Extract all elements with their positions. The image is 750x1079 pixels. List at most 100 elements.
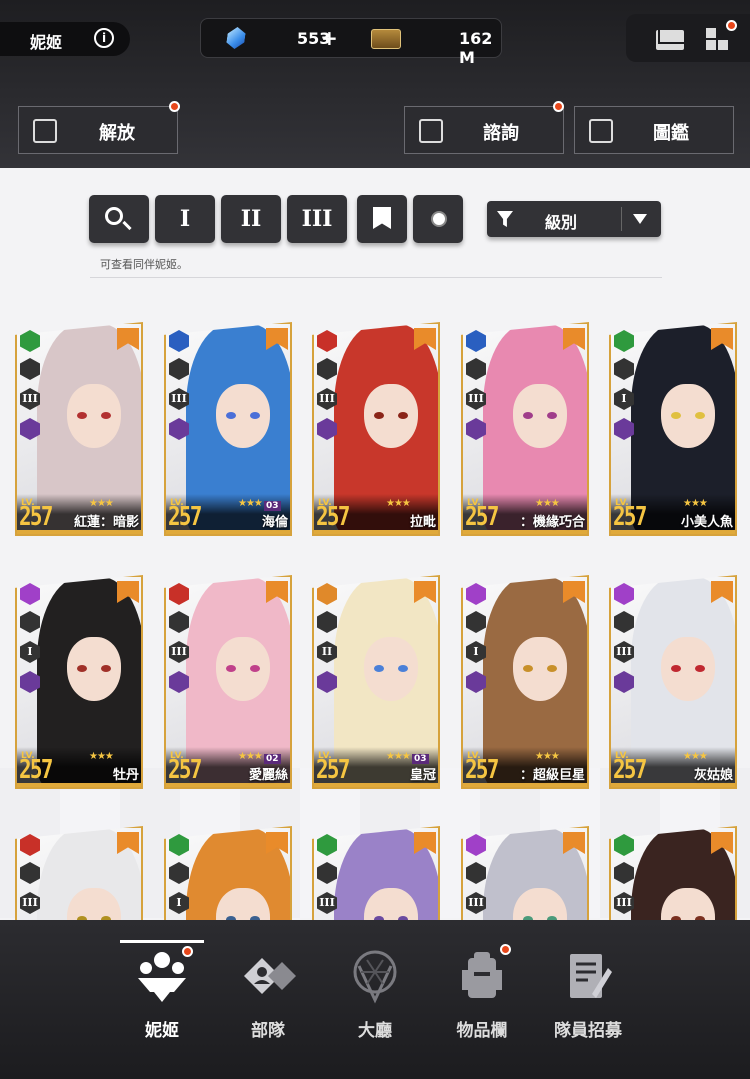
recruit-icon xyxy=(570,954,612,998)
nikke-card[interactable]: III xyxy=(461,826,589,920)
level-number: 257 xyxy=(465,755,499,785)
burst-3-filter[interactable]: III xyxy=(287,195,347,243)
star-rating: ★★★ xyxy=(535,498,560,509)
nikke-card[interactable]: III xyxy=(312,826,440,920)
nikke-card[interactable]: I xyxy=(164,826,292,920)
eye xyxy=(547,412,557,419)
nikke-name: 紅蓮：暗影 xyxy=(73,515,139,530)
eye xyxy=(374,665,384,672)
sort-dropdown[interactable]: 級別 xyxy=(487,201,661,237)
overlimit-badge: 03 xyxy=(412,754,429,764)
nikke-card[interactable]: I LV. 257 ★★★ 牡丹 xyxy=(15,575,143,789)
bookmark-icon xyxy=(373,207,391,229)
level-number: 257 xyxy=(168,502,202,532)
bottom-nav: 妮姬 部隊 大廳 物品欄 隊員招募 xyxy=(0,920,750,1079)
grid-icon[interactable] xyxy=(706,28,730,52)
eye xyxy=(523,665,533,672)
star-rating: ★★★ xyxy=(238,498,263,509)
star-rating: ★★★ xyxy=(89,751,114,762)
gem-icon xyxy=(225,27,246,49)
level-number: 257 xyxy=(465,502,499,532)
nikke-icon xyxy=(138,952,186,1002)
star-rating: ★★★ xyxy=(386,751,411,762)
face xyxy=(364,637,418,701)
page-title: 妮姬 xyxy=(30,33,63,52)
circle-filter[interactable] xyxy=(413,195,463,243)
eye xyxy=(671,412,681,419)
face xyxy=(513,637,567,701)
nikke-name: ：機緣巧合 xyxy=(519,515,585,530)
dropdown-separator xyxy=(621,207,622,231)
top-right-menu xyxy=(626,14,750,62)
star-rating: ★★★ xyxy=(683,498,708,509)
nav-recruit[interactable]: 隊員招募 xyxy=(538,938,638,1048)
lobby-icon xyxy=(353,950,397,1004)
nikke-card[interactable]: III LV. 257 ★★★ 02 愛麗絲 xyxy=(164,575,292,789)
mail-icon[interactable] xyxy=(656,30,684,50)
face xyxy=(67,637,121,701)
notification-dot xyxy=(169,101,180,112)
sort-label: 級別 xyxy=(545,213,578,232)
currency-bar: 553 + 162 M xyxy=(200,18,502,67)
level-number: 257 xyxy=(613,502,647,532)
nikke-card[interactable]: III LV. 257 ★★★ ：機緣巧合 xyxy=(461,322,589,536)
nikke-card[interactable]: III xyxy=(15,826,143,920)
face xyxy=(67,384,121,448)
nikke-card[interactable]: I LV. 257 ★★★ 小美人魚 xyxy=(609,322,737,536)
consult-label: 諮詢 xyxy=(483,123,519,144)
star-rating: ★★★ xyxy=(683,751,708,762)
nav-inventory[interactable]: 物品欄 xyxy=(432,938,532,1048)
eye xyxy=(226,665,236,672)
nikke-name: ：超級巨星 xyxy=(519,768,585,783)
search-icon xyxy=(105,207,123,225)
star-rating: ★★★ xyxy=(238,751,263,762)
star-rating: ★★★ xyxy=(89,498,114,509)
limit-break-icon xyxy=(33,119,57,143)
credit-count: 162 M xyxy=(459,29,493,67)
notification-dot xyxy=(500,944,511,955)
inventory-icon xyxy=(462,952,502,998)
face xyxy=(216,637,270,701)
nikke-card[interactable]: II LV. 257 ★★★ 03 皇冠 xyxy=(312,575,440,789)
eye xyxy=(226,412,236,419)
top-bar: 妮姬 i 553 + 162 M 解放 諮詢 圖鑑 xyxy=(0,0,750,168)
overlimit-badge: 02 xyxy=(264,754,281,764)
search-button[interactable] xyxy=(89,195,149,243)
eye xyxy=(101,665,111,672)
nikke-name: 牡丹 xyxy=(112,768,139,783)
nav-squad[interactable]: 部隊 xyxy=(218,938,318,1048)
notification-dot xyxy=(553,101,564,112)
level-number: 257 xyxy=(316,502,350,532)
nikke-card[interactable]: III LV. 257 ★★★ 03 海倫 xyxy=(164,322,292,536)
info-icon[interactable]: i xyxy=(94,28,114,48)
bookmark-filter[interactable] xyxy=(357,195,407,243)
face xyxy=(216,384,270,448)
hint-text: 可查看同伴妮姬。 xyxy=(100,258,188,271)
release-button[interactable]: 解放 xyxy=(18,101,180,154)
nikke-card[interactable]: III LV. 257 ★★★ 拉毗 xyxy=(312,322,440,536)
eye xyxy=(695,665,705,672)
notification-dot xyxy=(182,946,193,957)
burst-1-filter[interactable]: I xyxy=(155,195,215,243)
nikke-card[interactable]: III LV. 257 ★★★ 灰姑娘 xyxy=(609,575,737,789)
level-number: 257 xyxy=(613,755,647,785)
nikke-card[interactable]: III LV. 257 ★★★ 紅蓮：暗影 xyxy=(15,322,143,536)
add-gems-button[interactable]: + xyxy=(321,26,338,50)
chevron-down-icon xyxy=(633,214,647,224)
codex-button[interactable]: 圖鑑 xyxy=(574,106,734,154)
nikke-name: 皇冠 xyxy=(409,768,436,783)
nav-nikke[interactable]: 妮姬 xyxy=(112,938,212,1048)
overlimit-badge: 03 xyxy=(264,501,281,511)
nav-lobby[interactable]: 大廳 xyxy=(325,938,425,1048)
nikke-card[interactable]: I LV. 257 ★★★ ：超級巨星 xyxy=(461,575,589,789)
eye xyxy=(671,665,681,672)
eye xyxy=(695,412,705,419)
burst-2-filter[interactable]: II xyxy=(221,195,281,243)
eye xyxy=(250,665,260,672)
nikke-name: 愛麗絲 xyxy=(248,768,288,783)
circle-icon xyxy=(431,211,447,227)
filter-icon xyxy=(497,211,513,227)
nikke-card[interactable]: III xyxy=(609,826,737,920)
consult-button[interactable]: 諮詢 xyxy=(404,101,564,154)
eye xyxy=(250,412,260,419)
